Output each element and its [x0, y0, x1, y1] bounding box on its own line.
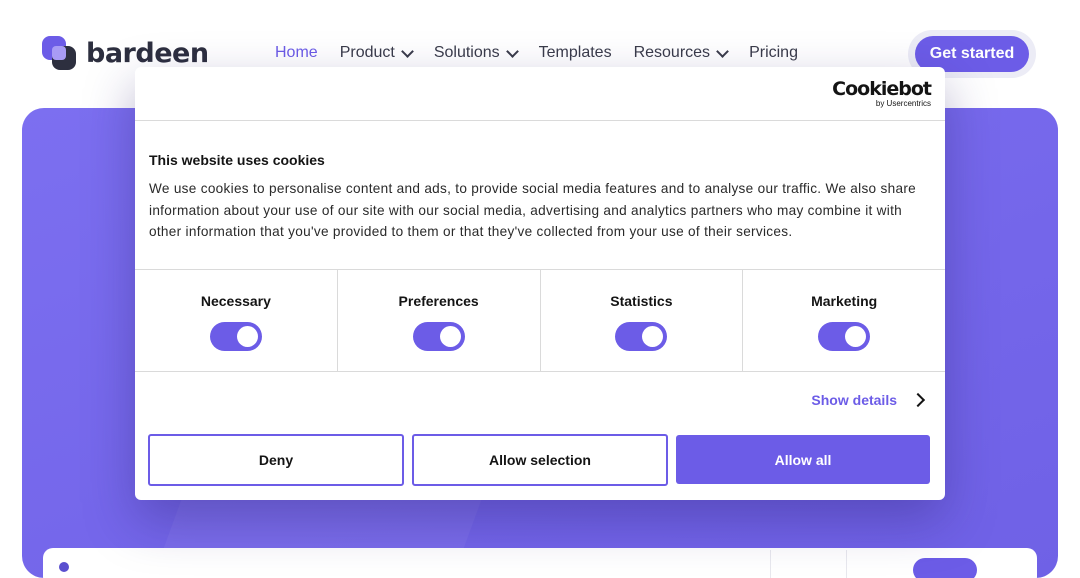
- hero-preview-dot: [59, 562, 69, 572]
- divider: [135, 371, 945, 372]
- nav-templates-label: Templates: [538, 44, 612, 61]
- category-label: Preferences: [398, 293, 479, 309]
- chevron-right-icon: [910, 392, 926, 408]
- toggle-knob: [236, 326, 258, 347]
- category-label: Statistics: [610, 293, 673, 309]
- cookie-description: We use cookies to personalise content an…: [149, 181, 917, 239]
- divider: [135, 120, 945, 121]
- main-nav: Home Product Solutions Templates Resourc…: [275, 44, 798, 62]
- category-necessary: Necessary: [135, 270, 338, 371]
- toggle-knob: [439, 326, 461, 347]
- category-statistics: Statistics: [541, 270, 744, 371]
- deny-button[interactable]: Deny: [148, 434, 404, 486]
- allow-all-button[interactable]: Allow all: [676, 435, 930, 484]
- nav-home[interactable]: Home: [275, 44, 318, 62]
- bardeen-logo[interactable]: bardeen: [42, 36, 209, 70]
- category-marketing: Marketing: [743, 270, 945, 371]
- nav-pricing[interactable]: Pricing: [749, 44, 798, 62]
- cookie-consent-dialog: Cookiebot by Usercentrics This website u…: [135, 67, 945, 500]
- nav-product[interactable]: Product: [339, 44, 414, 62]
- nav-home-label: Home: [275, 44, 318, 61]
- nav-solutions[interactable]: Solutions: [433, 44, 519, 62]
- show-details-link[interactable]: Show details: [811, 392, 926, 408]
- hero-preview-separator: [770, 550, 771, 578]
- nav-product-label: Product: [339, 44, 395, 61]
- bardeen-logo-icon: [42, 36, 76, 70]
- category-label: Necessary: [200, 293, 271, 309]
- chevron-down-icon: [400, 44, 414, 58]
- toggle-knob: [642, 326, 664, 347]
- toggle-knob: [845, 326, 867, 347]
- necessary-toggle[interactable]: [209, 322, 262, 351]
- chevron-down-icon: [716, 44, 729, 58]
- allow-selection-button[interactable]: Allow selection: [412, 434, 668, 486]
- marketing-toggle[interactable]: [818, 322, 871, 351]
- logo-text: bardeen: [86, 37, 209, 69]
- hero-preview-button[interactable]: [913, 558, 977, 578]
- nav-resources[interactable]: Resources: [633, 44, 729, 62]
- show-details-label: Show details: [811, 392, 897, 408]
- category-label: Marketing: [811, 293, 878, 309]
- chevron-down-icon: [505, 44, 519, 58]
- nav-templates[interactable]: Templates: [539, 44, 612, 62]
- statistics-toggle[interactable]: [615, 322, 668, 351]
- cookiebot-brand: Cookiebot: [832, 78, 932, 100]
- hero-preview-separator: [846, 550, 847, 578]
- preferences-toggle[interactable]: [412, 322, 465, 351]
- cookiebot-brand-sub: by Usercentrics: [875, 99, 931, 108]
- cookie-categories: Necessary Preferences Statistics Marketi…: [135, 270, 945, 371]
- nav-pricing-label: Pricing: [749, 44, 798, 61]
- cookie-title: This website uses cookies: [149, 152, 325, 168]
- hero-preview-bar: [43, 548, 1037, 578]
- nav-solutions-label: Solutions: [433, 44, 500, 61]
- nav-resources-label: Resources: [633, 44, 711, 61]
- cookiebot-logo: Cookiebot by Usercentrics: [832, 78, 932, 108]
- category-preferences: Preferences: [338, 270, 541, 371]
